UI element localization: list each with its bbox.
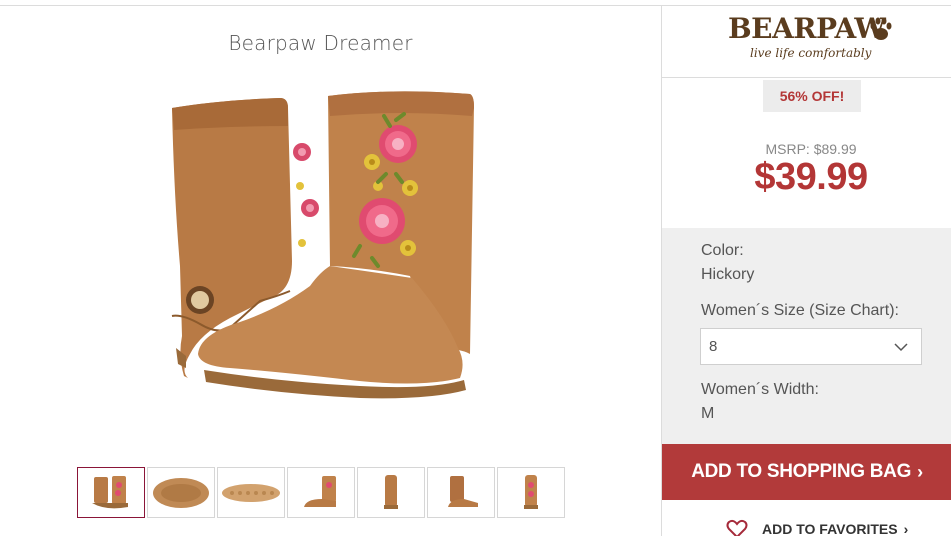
thumbnail-front-icon bbox=[384, 474, 398, 509]
chevron-right-icon: › bbox=[917, 461, 923, 482]
boots-illustration bbox=[171, 91, 474, 399]
heart-icon bbox=[726, 519, 748, 536]
brand-divider bbox=[662, 77, 951, 78]
thumbnail-single-inner[interactable] bbox=[497, 467, 565, 518]
thumbnail-tread-icon bbox=[222, 483, 280, 502]
brand-name: BEARPAW bbox=[728, 12, 886, 45]
product-image bbox=[160, 86, 490, 406]
thumbnail-back-icon bbox=[448, 475, 478, 507]
brand-logo[interactable]: BEARPAW live life comfortably bbox=[662, 6, 951, 78]
add-to-bag-label: ADD TO SHOPPING BAG bbox=[691, 461, 912, 482]
thumbnail-pair-side[interactable] bbox=[77, 467, 145, 518]
add-to-bag-button[interactable]: ADD TO SHOPPING BAG › bbox=[662, 444, 951, 500]
size-select-value: 8 bbox=[709, 338, 718, 355]
thumbnail-strip bbox=[77, 467, 565, 518]
thumbnail-sole-tread[interactable] bbox=[217, 467, 285, 518]
brand-tagline: live life comfortably bbox=[750, 46, 872, 60]
add-to-favorites-label: ADD TO FAVORITES bbox=[762, 521, 898, 536]
add-to-favorites-link[interactable]: ADD TO FAVORITES › bbox=[726, 519, 908, 536]
thumbnail-sole-bottom[interactable] bbox=[147, 467, 215, 518]
color-value: Hickory bbox=[701, 266, 755, 283]
thumbnail-boots-icon bbox=[92, 475, 128, 508]
width-label: Women´s Width: bbox=[701, 381, 819, 398]
thumbnail-inner-icon bbox=[524, 474, 538, 509]
thumbnail-single-side[interactable] bbox=[287, 467, 355, 518]
thumbnail-single-back[interactable] bbox=[427, 467, 495, 518]
size-select[interactable]: 8 bbox=[700, 328, 922, 365]
thumbnail-sole-icon bbox=[153, 477, 209, 508]
width-value: M bbox=[701, 405, 715, 422]
chevron-right-icon: › bbox=[903, 521, 909, 536]
thumbnail-side-icon bbox=[304, 475, 336, 507]
color-label: Color: bbox=[701, 242, 744, 259]
paw-icon bbox=[870, 17, 892, 40]
discount-badge: 56% OFF! bbox=[763, 80, 861, 112]
msrp-price: MSRP: $89.99 bbox=[765, 141, 857, 157]
chevron-down-icon bbox=[894, 343, 908, 352]
thumbnail-single-front[interactable] bbox=[357, 467, 425, 518]
purchase-panel: BEARPAW live life comfortably 56% OFF! M… bbox=[661, 6, 951, 536]
size-label: Women´s Size (Size Chart): bbox=[701, 302, 899, 319]
product-title: Bearpaw Dreamer bbox=[228, 31, 413, 55]
sale-price: $39.99 bbox=[754, 156, 868, 198]
